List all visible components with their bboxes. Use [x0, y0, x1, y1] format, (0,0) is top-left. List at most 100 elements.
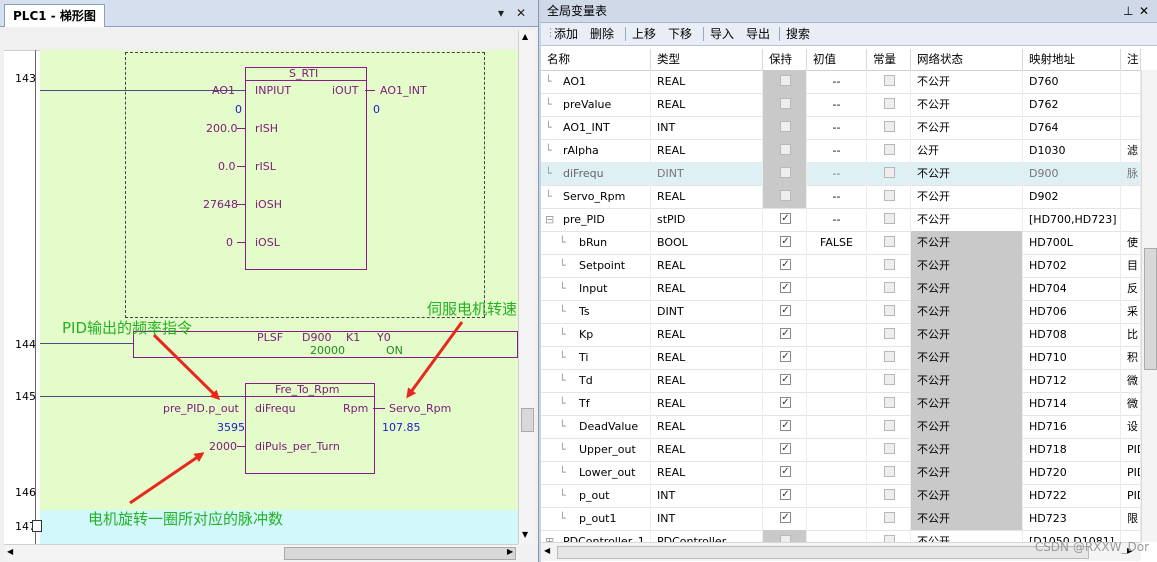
- retain-checkbox[interactable]: ✓: [780, 282, 791, 293]
- cell-note[interactable]: 积: [1121, 346, 1141, 369]
- cell-addr[interactable]: D760: [1023, 70, 1121, 93]
- delete-button[interactable]: 删除: [590, 23, 614, 45]
- cell-net[interactable]: 不公开: [911, 162, 1023, 185]
- retain-checkbox[interactable]: [780, 98, 791, 109]
- table-row[interactable]: └ AO1_INT INT -- 不公开 D764: [541, 116, 1141, 140]
- cell-note[interactable]: 脉: [1121, 162, 1141, 185]
- table-row[interactable]: └ p_out1 INT ✓ 不公开 HD723 限: [541, 507, 1141, 531]
- cell-init[interactable]: [807, 369, 867, 392]
- cell-note[interactable]: [1121, 185, 1141, 208]
- cell-init[interactable]: [807, 484, 867, 507]
- cell-addr[interactable]: HD706: [1023, 300, 1121, 323]
- cell-init[interactable]: --: [807, 116, 867, 139]
- retain-checkbox[interactable]: ✓: [780, 328, 791, 339]
- cell-name[interactable]: └ Tf: [541, 392, 651, 415]
- cell-addr[interactable]: HD722: [1023, 484, 1121, 507]
- cell-addr[interactable]: HD723: [1023, 507, 1121, 530]
- const-checkbox[interactable]: [884, 167, 895, 178]
- cell-init[interactable]: [807, 415, 867, 438]
- dropdown-icon[interactable]: ▾: [498, 6, 504, 20]
- cell-const[interactable]: [867, 231, 911, 254]
- cell-net[interactable]: 不公开: [911, 277, 1023, 300]
- cell-addr[interactable]: D1030: [1023, 139, 1121, 162]
- cell-net[interactable]: 不公开: [911, 300, 1023, 323]
- cell-type[interactable]: INT: [651, 507, 763, 530]
- const-checkbox[interactable]: [884, 190, 895, 201]
- cell-name[interactable]: └ Upper_out: [541, 438, 651, 461]
- cell-retain[interactable]: ✓: [763, 208, 807, 231]
- cell-name[interactable]: ⊟ pre_PID: [541, 208, 651, 231]
- ladder-vertical-scrollbar[interactable]: ▲ ▼: [518, 30, 535, 544]
- const-checkbox[interactable]: [884, 374, 895, 385]
- scroll-left-icon[interactable]: ◀: [544, 546, 550, 555]
- cell-init[interactable]: [807, 346, 867, 369]
- const-checkbox[interactable]: [884, 489, 895, 500]
- cell-name[interactable]: └ AO1_INT: [541, 116, 651, 139]
- cell-const[interactable]: [867, 185, 911, 208]
- column-header-address[interactable]: 映射地址: [1023, 49, 1121, 70]
- cell-type[interactable]: REAL: [651, 392, 763, 415]
- retain-checkbox[interactable]: ✓: [780, 351, 791, 362]
- cell-type[interactable]: REAL: [651, 139, 763, 162]
- retain-checkbox[interactable]: ✓: [780, 213, 791, 224]
- cell-type[interactable]: REAL: [651, 415, 763, 438]
- cell-retain[interactable]: ✓: [763, 461, 807, 484]
- cell-note[interactable]: [1121, 70, 1141, 93]
- cell-retain[interactable]: [763, 116, 807, 139]
- cell-init[interactable]: [807, 254, 867, 277]
- retain-checkbox[interactable]: ✓: [780, 305, 791, 316]
- cell-name[interactable]: ⊞ PDController_1: [541, 530, 651, 542]
- scroll-thumb[interactable]: [284, 547, 516, 560]
- cell-note[interactable]: 微: [1121, 392, 1141, 415]
- cell-addr[interactable]: HD700L: [1023, 231, 1121, 254]
- cell-const[interactable]: [867, 208, 911, 231]
- cell-type[interactable]: REAL: [651, 277, 763, 300]
- cell-const[interactable]: [867, 139, 911, 162]
- const-checkbox[interactable]: [884, 397, 895, 408]
- cell-retain[interactable]: ✓: [763, 300, 807, 323]
- cell-name[interactable]: └ Ts: [541, 300, 651, 323]
- cell-retain[interactable]: ✓: [763, 231, 807, 254]
- cell-addr[interactable]: HD720: [1023, 461, 1121, 484]
- scroll-down-icon[interactable]: ▼: [522, 530, 528, 539]
- cell-name[interactable]: └ diFrequ: [541, 162, 651, 185]
- cell-note[interactable]: 比: [1121, 323, 1141, 346]
- add-button[interactable]: 添加: [554, 23, 578, 45]
- retain-checkbox[interactable]: [780, 144, 791, 155]
- cell-type[interactable]: REAL: [651, 438, 763, 461]
- cell-retain[interactable]: [763, 70, 807, 93]
- cell-net[interactable]: 公开: [911, 139, 1023, 162]
- cell-note[interactable]: PID: [1121, 438, 1141, 461]
- cell-const[interactable]: [867, 70, 911, 93]
- pin-icon[interactable]: ⊥: [1123, 0, 1133, 22]
- cell-net[interactable]: 不公开: [911, 208, 1023, 231]
- const-checkbox[interactable]: [884, 351, 895, 362]
- cell-addr[interactable]: D762: [1023, 93, 1121, 116]
- cell-const[interactable]: [867, 484, 911, 507]
- cell-type[interactable]: REAL: [651, 323, 763, 346]
- cell-addr[interactable]: HD704: [1023, 277, 1121, 300]
- cell-name[interactable]: └ preValue: [541, 93, 651, 116]
- cell-type[interactable]: REAL: [651, 93, 763, 116]
- column-header-name[interactable]: 名称: [541, 49, 651, 70]
- cell-const[interactable]: [867, 116, 911, 139]
- cell-note[interactable]: 反: [1121, 277, 1141, 300]
- const-checkbox[interactable]: [884, 535, 895, 542]
- cell-const[interactable]: [867, 461, 911, 484]
- scroll-right-icon[interactable]: ▶: [507, 547, 513, 556]
- cell-addr[interactable]: HD718: [1023, 438, 1121, 461]
- cell-net[interactable]: 不公开: [911, 438, 1023, 461]
- cell-const[interactable]: [867, 392, 911, 415]
- retain-checkbox[interactable]: ✓: [780, 236, 791, 247]
- cell-init[interactable]: --: [807, 185, 867, 208]
- table-row[interactable]: └ Setpoint REAL ✓ 不公开 HD702 目: [541, 254, 1141, 278]
- cell-const[interactable]: [867, 415, 911, 438]
- cell-type[interactable]: REAL: [651, 369, 763, 392]
- column-header-note[interactable]: 注: [1121, 49, 1141, 70]
- cell-retain[interactable]: [763, 93, 807, 116]
- cell-name[interactable]: └ Kp: [541, 323, 651, 346]
- retain-checkbox[interactable]: ✓: [780, 259, 791, 270]
- cell-net[interactable]: 不公开: [911, 254, 1023, 277]
- cell-const[interactable]: [867, 369, 911, 392]
- const-checkbox[interactable]: [884, 259, 895, 270]
